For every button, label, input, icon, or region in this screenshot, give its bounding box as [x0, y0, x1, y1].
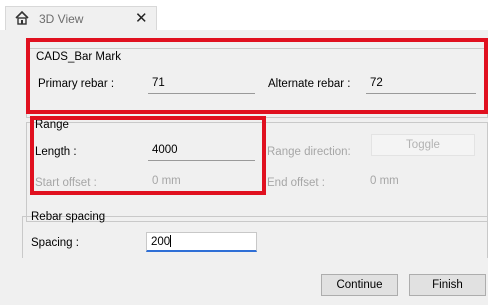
home-icon — [15, 10, 29, 25]
highlight-bar-mark — [26, 38, 488, 114]
toggle-button[interactable]: Toggle — [371, 134, 475, 156]
end-offset-label: End offset : — [267, 177, 325, 189]
tab-3d-view[interactable]: 3D View ✕ — [5, 6, 157, 30]
spacing-input[interactable]: 200 — [146, 232, 257, 252]
text-caret — [170, 235, 172, 247]
continue-button[interactable]: Continue — [321, 274, 398, 296]
rebar-spacing-group-title: Rebar spacing — [31, 211, 106, 223]
spacing-label: Spacing : — [31, 237, 79, 249]
spacing-input-value: 200 — [151, 236, 171, 248]
range-direction-label: Range direction: — [267, 146, 351, 158]
tab-title: 3D View — [39, 12, 84, 26]
highlight-range — [30, 116, 266, 195]
finish-button[interactable]: Finish — [409, 274, 486, 296]
end-offset-field[interactable]: 0 mm — [366, 172, 476, 192]
tab-bar: 3D View ✕ — [0, 0, 488, 30]
close-icon[interactable]: ✕ — [135, 9, 148, 27]
